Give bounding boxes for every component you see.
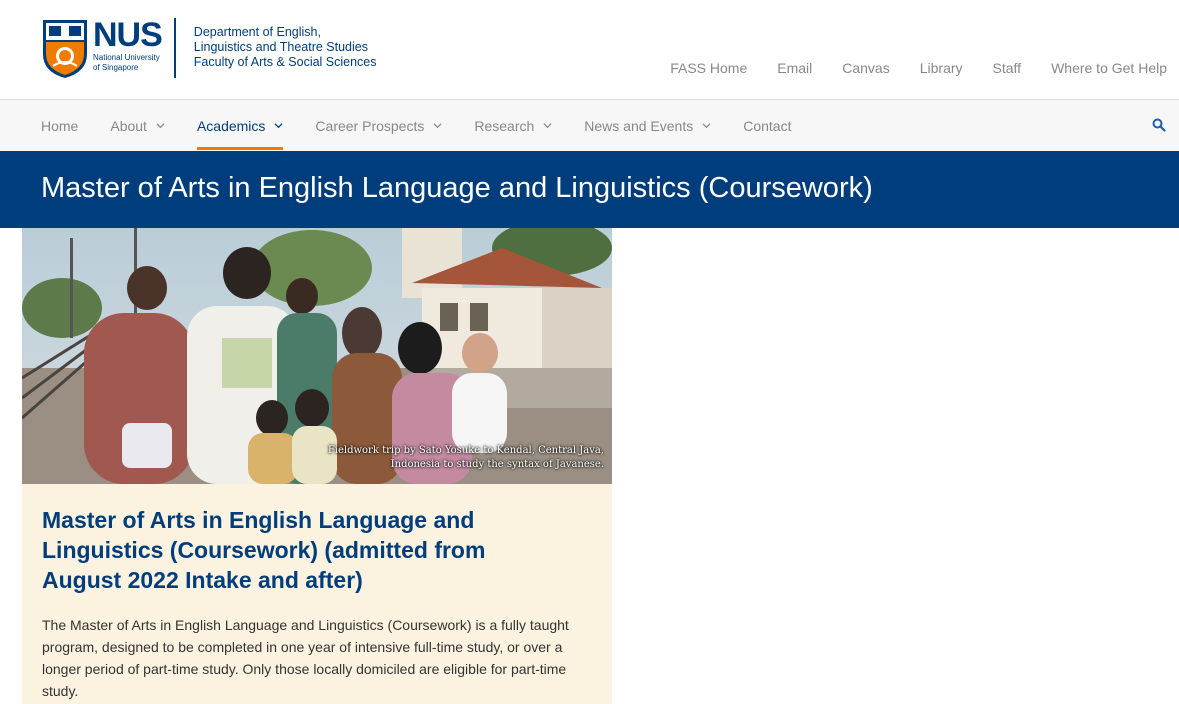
nav-item-label: Research	[474, 117, 535, 134]
nav-item-academics[interactable]: Academics	[196, 100, 284, 151]
nav-item-career-prospects[interactable]: Career Prospects	[315, 100, 442, 151]
programme-description: The Master of Arts in English Language a…	[42, 617, 569, 699]
utility-nav: FASS Home Email Canvas Library Staff Whe…	[670, 60, 1167, 76]
chevron-down-icon	[156, 123, 165, 129]
department-line3: Faculty of Arts & Social Sciences	[193, 55, 377, 69]
department-line1: Department of English,	[193, 25, 321, 39]
university-name-line2: of Singapore	[93, 63, 139, 72]
nav-item-label: News and Events	[584, 117, 694, 134]
nav-item-label: Career Prospects	[315, 117, 425, 134]
nus-wordmark: NUS	[93, 16, 163, 54]
programme-heading: Master of Arts in English Language and L…	[42, 507, 486, 593]
nav-item-label: Academics	[196, 117, 266, 134]
link-library[interactable]: Library	[920, 60, 963, 76]
university-name-line1: National University	[93, 53, 160, 62]
nav-item-about[interactable]: About	[110, 100, 165, 151]
photo-caption-line2: Indonesia to study the syntax of Javanes…	[390, 459, 604, 470]
link-fass-home[interactable]: FASS Home	[670, 60, 747, 76]
nav-item-news-and-events[interactable]: News and Events	[584, 100, 711, 151]
search-icon[interactable]	[1152, 118, 1166, 132]
chevron-down-icon	[543, 123, 552, 129]
nav-item-home[interactable]: Home	[41, 100, 78, 151]
chevron-down-icon	[274, 123, 283, 129]
nus-logo[interactable]: NUS National University of Singapore Dep…	[41, 18, 377, 79]
department-line2: Linguistics and Theatre Studies	[193, 40, 368, 54]
photo-caption-line1: Fieldwork trip by Sato Yosuke to Kendal,…	[327, 445, 604, 456]
chevron-down-icon	[702, 123, 711, 129]
page-title-banner: Master of Arts in English Language and L…	[0, 151, 1179, 228]
page-title: Master of Arts in English Language and L…	[41, 172, 873, 204]
link-staff[interactable]: Staff	[993, 60, 1022, 76]
programme-card: Master of Arts in English Language and L…	[22, 484, 612, 704]
photo-caption: Fieldwork trip by Sato Yosuke to Kendal,…	[328, 444, 604, 472]
link-canvas[interactable]: Canvas	[842, 60, 889, 76]
link-where-to-get-help[interactable]: Where to Get Help	[1051, 60, 1167, 76]
site-header: NUS National University of Singapore Dep…	[0, 0, 1179, 100]
logo-divider	[173, 18, 176, 78]
nav-item-research[interactable]: Research	[474, 100, 552, 151]
nav-item-label: Contact	[743, 117, 792, 134]
nav-item-label: Home	[41, 117, 79, 134]
department-name: Department of English, Linguistics and T…	[194, 25, 377, 70]
nav-item-contact[interactable]: Contact	[743, 100, 791, 151]
chevron-down-icon	[433, 123, 442, 129]
fieldwork-photo: Fieldwork trip by Sato Yosuke to Kendal,…	[22, 228, 612, 484]
main-nav: Home About Academics Career Prospects Re…	[0, 100, 1179, 151]
nus-crest-icon	[43, 20, 87, 78]
link-email[interactable]: Email	[777, 60, 812, 76]
nav-item-label: About	[110, 117, 147, 134]
